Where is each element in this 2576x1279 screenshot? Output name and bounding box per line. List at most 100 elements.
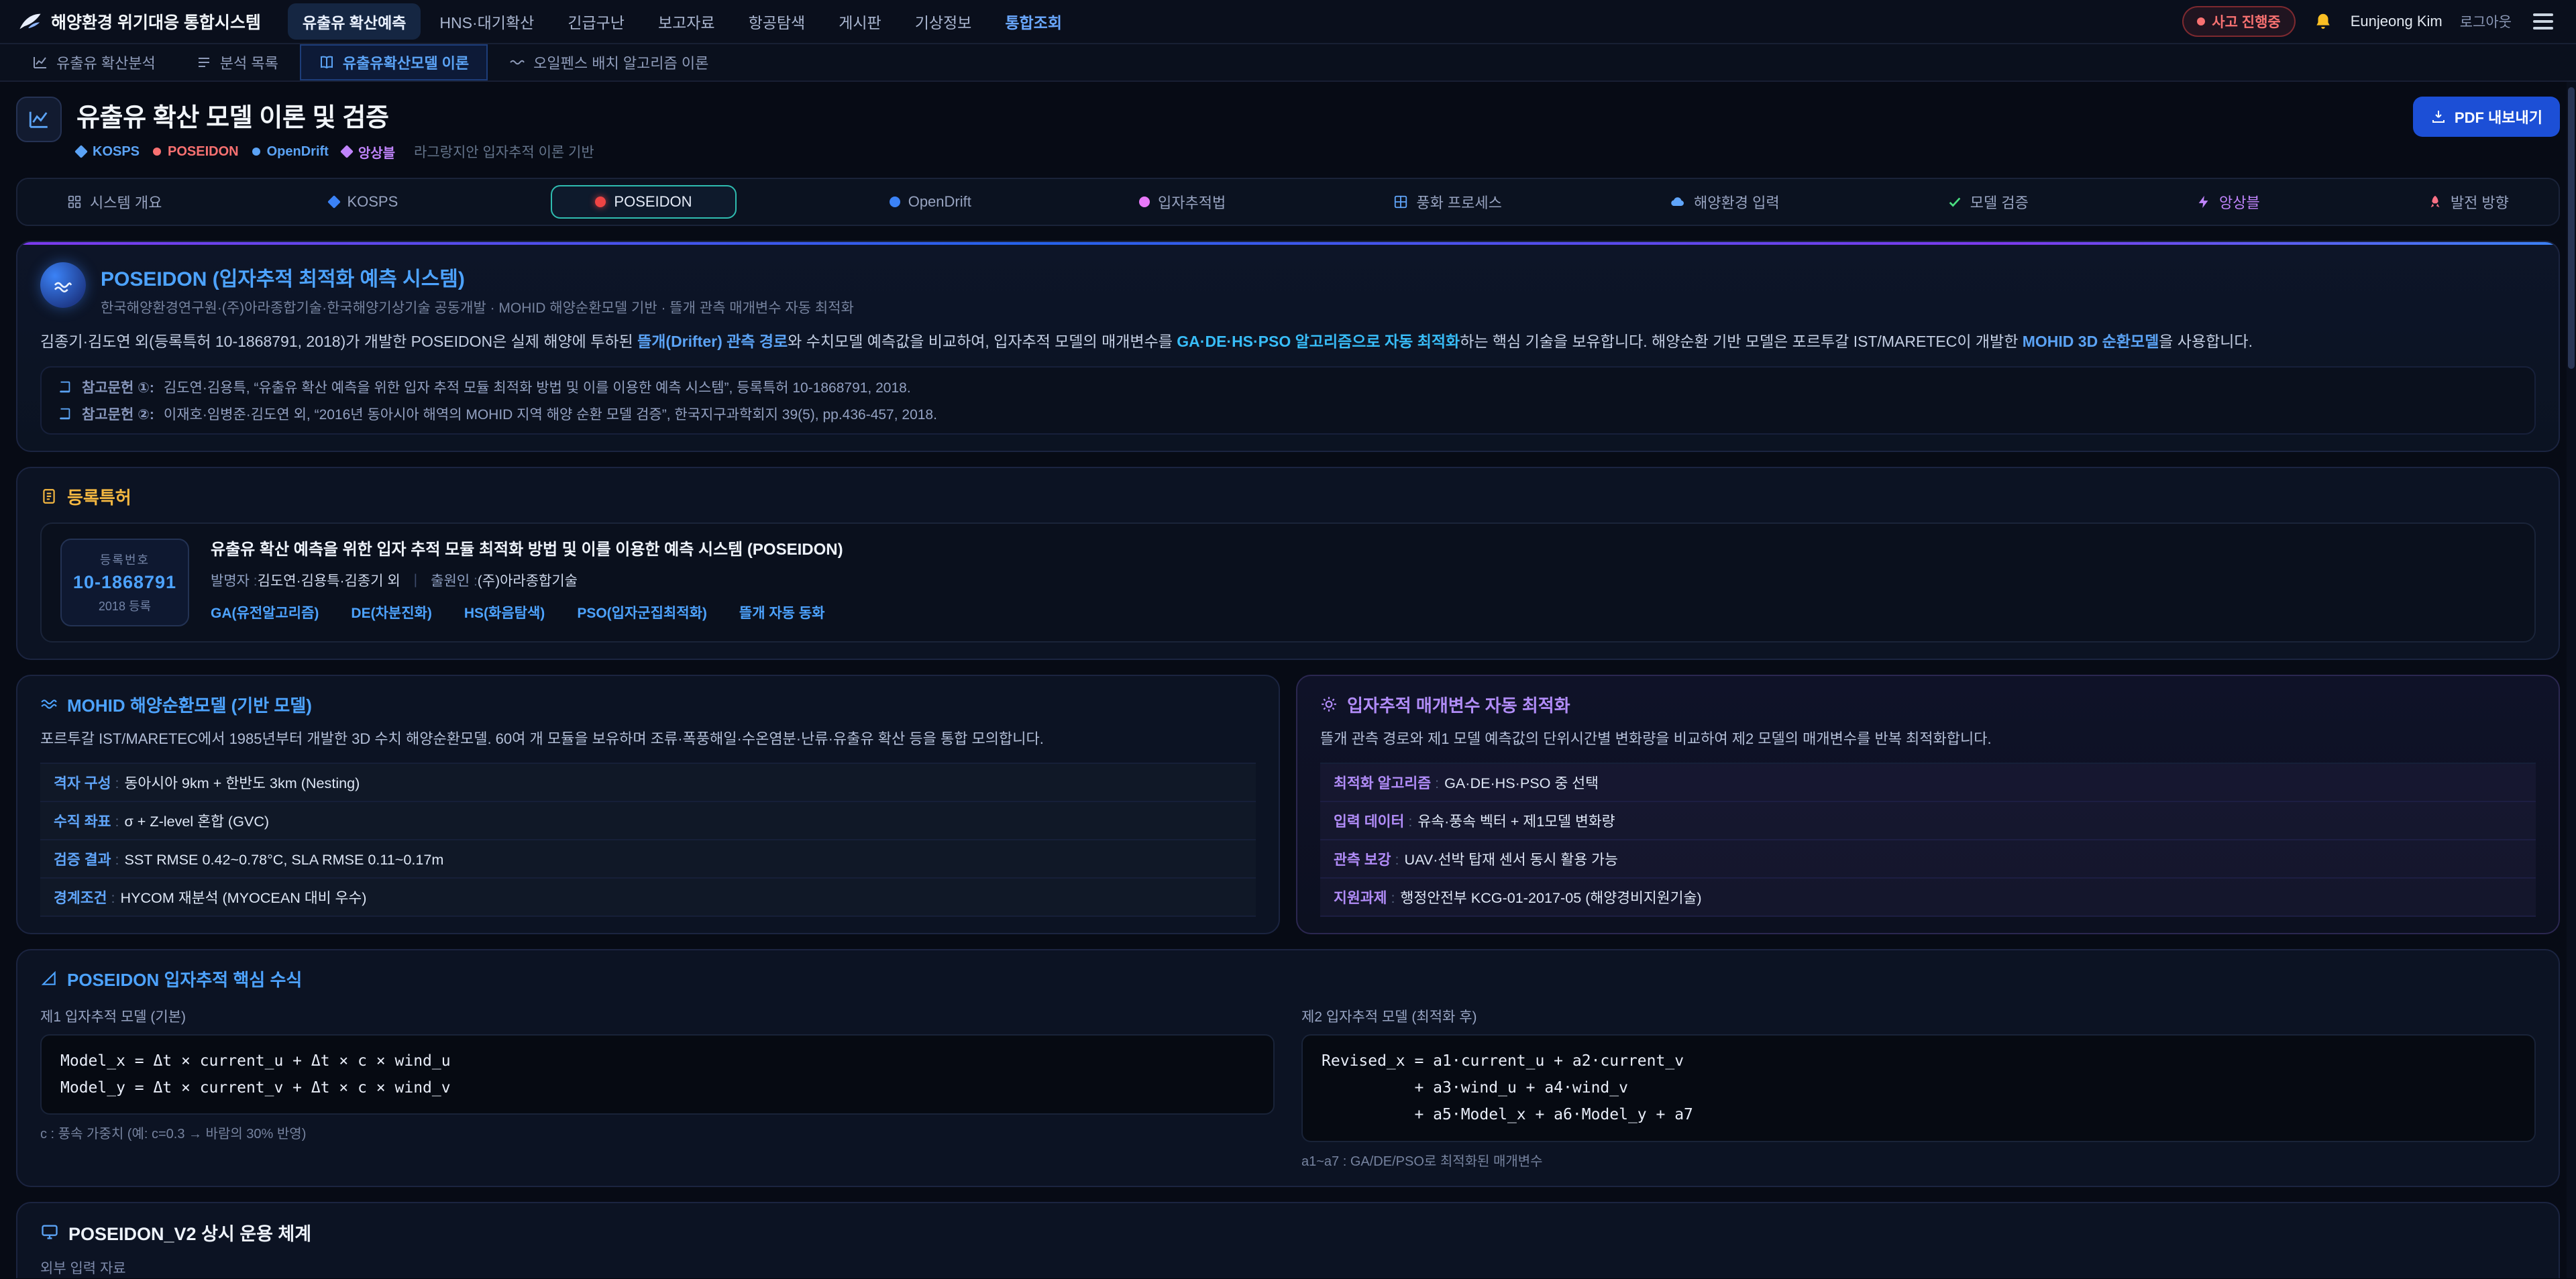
download-icon (2430, 109, 2447, 125)
tag-drifter-assimilation[interactable]: 뜰개 자동 동화 (739, 602, 825, 622)
patent-number-box: 등록번호 10-1868791 2018 등록 (60, 539, 189, 626)
section-tab-ensemble[interactable]: 앙상블 (2182, 183, 2275, 221)
spec-row-algorithm: 최적화 알고리즘GA·DE·HS·PSO 중 선택 (1320, 763, 2536, 802)
app-title: 해양환경 위기대응 통합시스템 (51, 9, 261, 34)
section-tab-model-validation[interactable]: 모델 검증 (1933, 183, 2043, 221)
tag-pso[interactable]: PSO(입자군집최적화) (577, 602, 707, 622)
red-dot-icon (153, 148, 161, 156)
grid-icon (67, 194, 82, 209)
formula-2-code: Revised_x = a1·current_u + a2·current_v … (1301, 1034, 2536, 1142)
page-icon-box (16, 97, 62, 142)
pdf-button-label: PDF 내보내기 (2455, 106, 2542, 127)
section-tab-weathering-process[interactable]: 풍화 프로세스 (1379, 183, 1517, 221)
references-box: 참고문헌 ①: 김도연·김용특, “유출유 확산 예측을 위한 입자 추적 모듈… (40, 366, 2536, 435)
sub-tab-bar: 유출유 확산분석 분석 목록 유출유확산모델 이론 오일펜스 배치 알고리즘 이… (0, 44, 2576, 82)
parameter-optimization-card: 입자추적 매개변수 자동 최적화 뜰개 관측 경로와 제1 모델 예측값의 단위… (1296, 675, 2560, 934)
check-icon (1947, 194, 1962, 209)
optimization-card-title: 입자추적 매개변수 자동 최적화 (1320, 692, 2536, 717)
book-icon (58, 380, 72, 394)
tab-label: 분석 목록 (220, 52, 278, 73)
main-nav: 유출유 확산예측 HNS·대기확산 긴급구난 보고자료 항공탐색 게시판 기상정… (288, 3, 1077, 40)
chart-scatter-icon (32, 54, 48, 70)
formula-2-label: 제2 입자추적 모델 (최적화 후) (1301, 1006, 2536, 1026)
spec-row-grid: 격자 구성동아시아 9km + 한반도 3km (Nesting) (40, 763, 1256, 802)
reference-text: 이재호·임병준·김도연 외, “2016년 동아시아 해역의 MOHID 지역 … (164, 404, 937, 424)
section-tab-system-overview[interactable]: 시스템 개요 (52, 183, 176, 221)
bell-icon[interactable] (2313, 11, 2333, 32)
tab-analysis-list[interactable]: 분석 목록 (177, 44, 297, 80)
formula-1-label: 제1 입자추적 모델 (기본) (40, 1006, 1275, 1026)
wing-logo-icon (19, 11, 42, 32)
nav-item-board[interactable]: 게시판 (824, 3, 896, 40)
section-tab-future-direction[interactable]: 발전 방향 (2413, 183, 2524, 221)
page-header: 유출유 확산 모델 이론 및 검증 KOSPS POSEIDON OpenDri… (16, 97, 2560, 162)
grid-icon (1393, 194, 1408, 209)
section-tab-ocean-environment-input[interactable]: 해양환경 입력 (1655, 183, 1794, 221)
model-detail-columns: MOHID 해양순환모델 (기반 모델) 포르투갈 IST/MARETEC에서 … (16, 675, 2560, 934)
user-name[interactable]: Eunjeong Kim (2351, 13, 2443, 30)
book-icon (319, 54, 335, 70)
spec-row-validation: 검증 결과SST RMSE 0.42~0.78°C, SLA RMSE 0.11… (40, 840, 1256, 879)
mohid-spec-rows: 격자 구성동아시아 9km + 한반도 3km (Nesting) 수직 좌표σ… (40, 763, 1256, 917)
lightning-icon (2196, 194, 2211, 209)
reference-line: 참고문헌 ①: 김도연·김용특, “유출유 확산 예측을 위한 입자 추적 모듈… (58, 377, 2518, 397)
reference-label: 참고문헌 ①: (82, 377, 154, 397)
red-dot-icon (595, 197, 606, 207)
book-icon (58, 406, 72, 421)
nav-item-integrated-search[interactable]: 통합조회 (990, 3, 1077, 40)
scrollbar-thumb[interactable] (2568, 87, 2575, 369)
app-logo[interactable]: 해양환경 위기대응 통합시스템 (19, 9, 261, 34)
nav-item-weather-info[interactable]: 기상정보 (900, 3, 987, 40)
tag-ga[interactable]: GA(유전알고리즘) (211, 602, 319, 622)
section-tab-kosps[interactable]: KOSPS (315, 185, 413, 219)
tab-oil-fence-algorithm-theory[interactable]: 오일펜스 배치 알고리즘 이론 (490, 44, 727, 80)
section-tab-opendrift[interactable]: OpenDrift (875, 185, 986, 219)
poseidon-subtitle: 한국해양환경연구원·(주)아라종합기술·한국해양기상기술 공동개발 · MOHI… (101, 297, 854, 317)
highlight-mohid-model: MOHID 3D 순환모델 (2023, 333, 2159, 350)
inventor-label: 발명자 (211, 570, 258, 590)
app-window: 해양환경 위기대응 통합시스템 유출유 확산예측 HNS·대기확산 긴급구난 보… (0, 0, 2576, 1278)
tab-label: 유출유 확산분석 (56, 52, 156, 73)
pdf-export-button[interactable]: PDF 내보내기 (2413, 97, 2560, 137)
patent-number-label: 등록번호 (72, 551, 177, 568)
tab-diffusion-model-theory[interactable]: 유출유확산모델 이론 (300, 44, 488, 80)
nav-item-aerial-search[interactable]: 항공탐색 (734, 3, 820, 40)
nav-item-oil-spill-prediction[interactable]: 유출유 확산예측 (288, 3, 421, 40)
logout-button[interactable]: 로그아웃 (2460, 11, 2512, 32)
page-content: 유출유 확산 모델 이론 및 검증 KOSPS POSEIDON OpenDri… (0, 97, 2576, 1278)
mohid-card-title: MOHID 해양순환모델 (기반 모델) (40, 692, 1256, 717)
applicant-label: 출원인 (431, 570, 478, 590)
spec-row-observation: 관측 보강UAV·선박 탑재 센서 동시 활용 가능 (1320, 840, 2536, 879)
badge-kosps: KOSPS (76, 144, 140, 160)
scrollbar-track[interactable] (2567, 82, 2576, 1278)
spec-row-input-data: 입력 데이터유속·풍속 벡터 + 제1모델 변화량 (1320, 802, 2536, 840)
tag-hs[interactable]: HS(화음탐색) (464, 602, 545, 622)
tab-label: 유출유확산모델 이론 (343, 52, 469, 73)
incident-dot-icon (2197, 17, 2205, 25)
patent-keyword-tags: GA(유전알고리즘) DE(차분진화) HS(화음탐색) PSO(입자군집최적화… (211, 602, 843, 622)
spec-row-funding: 지원과제행정안전부 KCG-01-2017-05 (해양경비지원기술) (1320, 879, 2536, 917)
formula-2-caption: a1~a7 : GA/DE/PSO로 최적화된 매개변수 (1301, 1150, 2536, 1170)
nav-item-hns-dispersion[interactable]: HNS·대기확산 (425, 3, 549, 40)
tag-de[interactable]: DE(차분진화) (351, 602, 431, 622)
nav-item-reports[interactable]: 보고자료 (643, 3, 730, 40)
mohid-description: 포르투갈 IST/MARETEC에서 1985년부터 개발한 3D 수치 해양순… (40, 728, 1256, 750)
nav-item-emergency-rescue[interactable]: 긴급구난 (553, 3, 639, 40)
formulas-card: POSEIDON 입자추적 핵심 수식 제1 입자추적 모델 (기본) Mode… (16, 949, 2560, 1187)
poseidon-globe-icon (40, 262, 86, 308)
tab-spill-analysis[interactable]: 유출유 확산분석 (13, 44, 174, 80)
formula-1-caption: c : 풍속 가중치 (예: c=0.3 → 바람의 30% 반영) (40, 1123, 1275, 1142)
mohid-model-card: MOHID 해양순환모델 (기반 모델) 포르투갈 IST/MARETEC에서 … (16, 675, 1280, 934)
section-tab-poseidon[interactable]: POSEIDON (551, 185, 736, 219)
page-subtitle: 라그랑지안 입자추적 이론 기반 (414, 142, 594, 162)
reference-line: 참고문헌 ②: 이재호·임병준·김도연 외, “2016년 동아시아 해역의 M… (58, 404, 2518, 424)
poseidon-overview-card: POSEIDON (입자추적 최적화 예측 시스템) 한국해양환경연구원·(주)… (16, 241, 2560, 452)
list-icon (196, 54, 212, 70)
patent-title: 유출유 확산 예측을 위한 입자 추적 모듈 최적화 방법 및 이를 이용한 예… (211, 539, 843, 562)
spec-row-vertical-coordinate: 수직 좌표σ + Z-level 혼합 (GVC) (40, 802, 1256, 840)
incident-status-badge[interactable]: 사고 진행중 (2182, 6, 2295, 37)
hamburger-menu-icon[interactable] (2529, 9, 2557, 34)
section-tab-particle-tracking[interactable]: 입자추적법 (1124, 183, 1240, 221)
blue-dot-icon (252, 148, 260, 156)
blue-dot-icon (890, 197, 900, 207)
